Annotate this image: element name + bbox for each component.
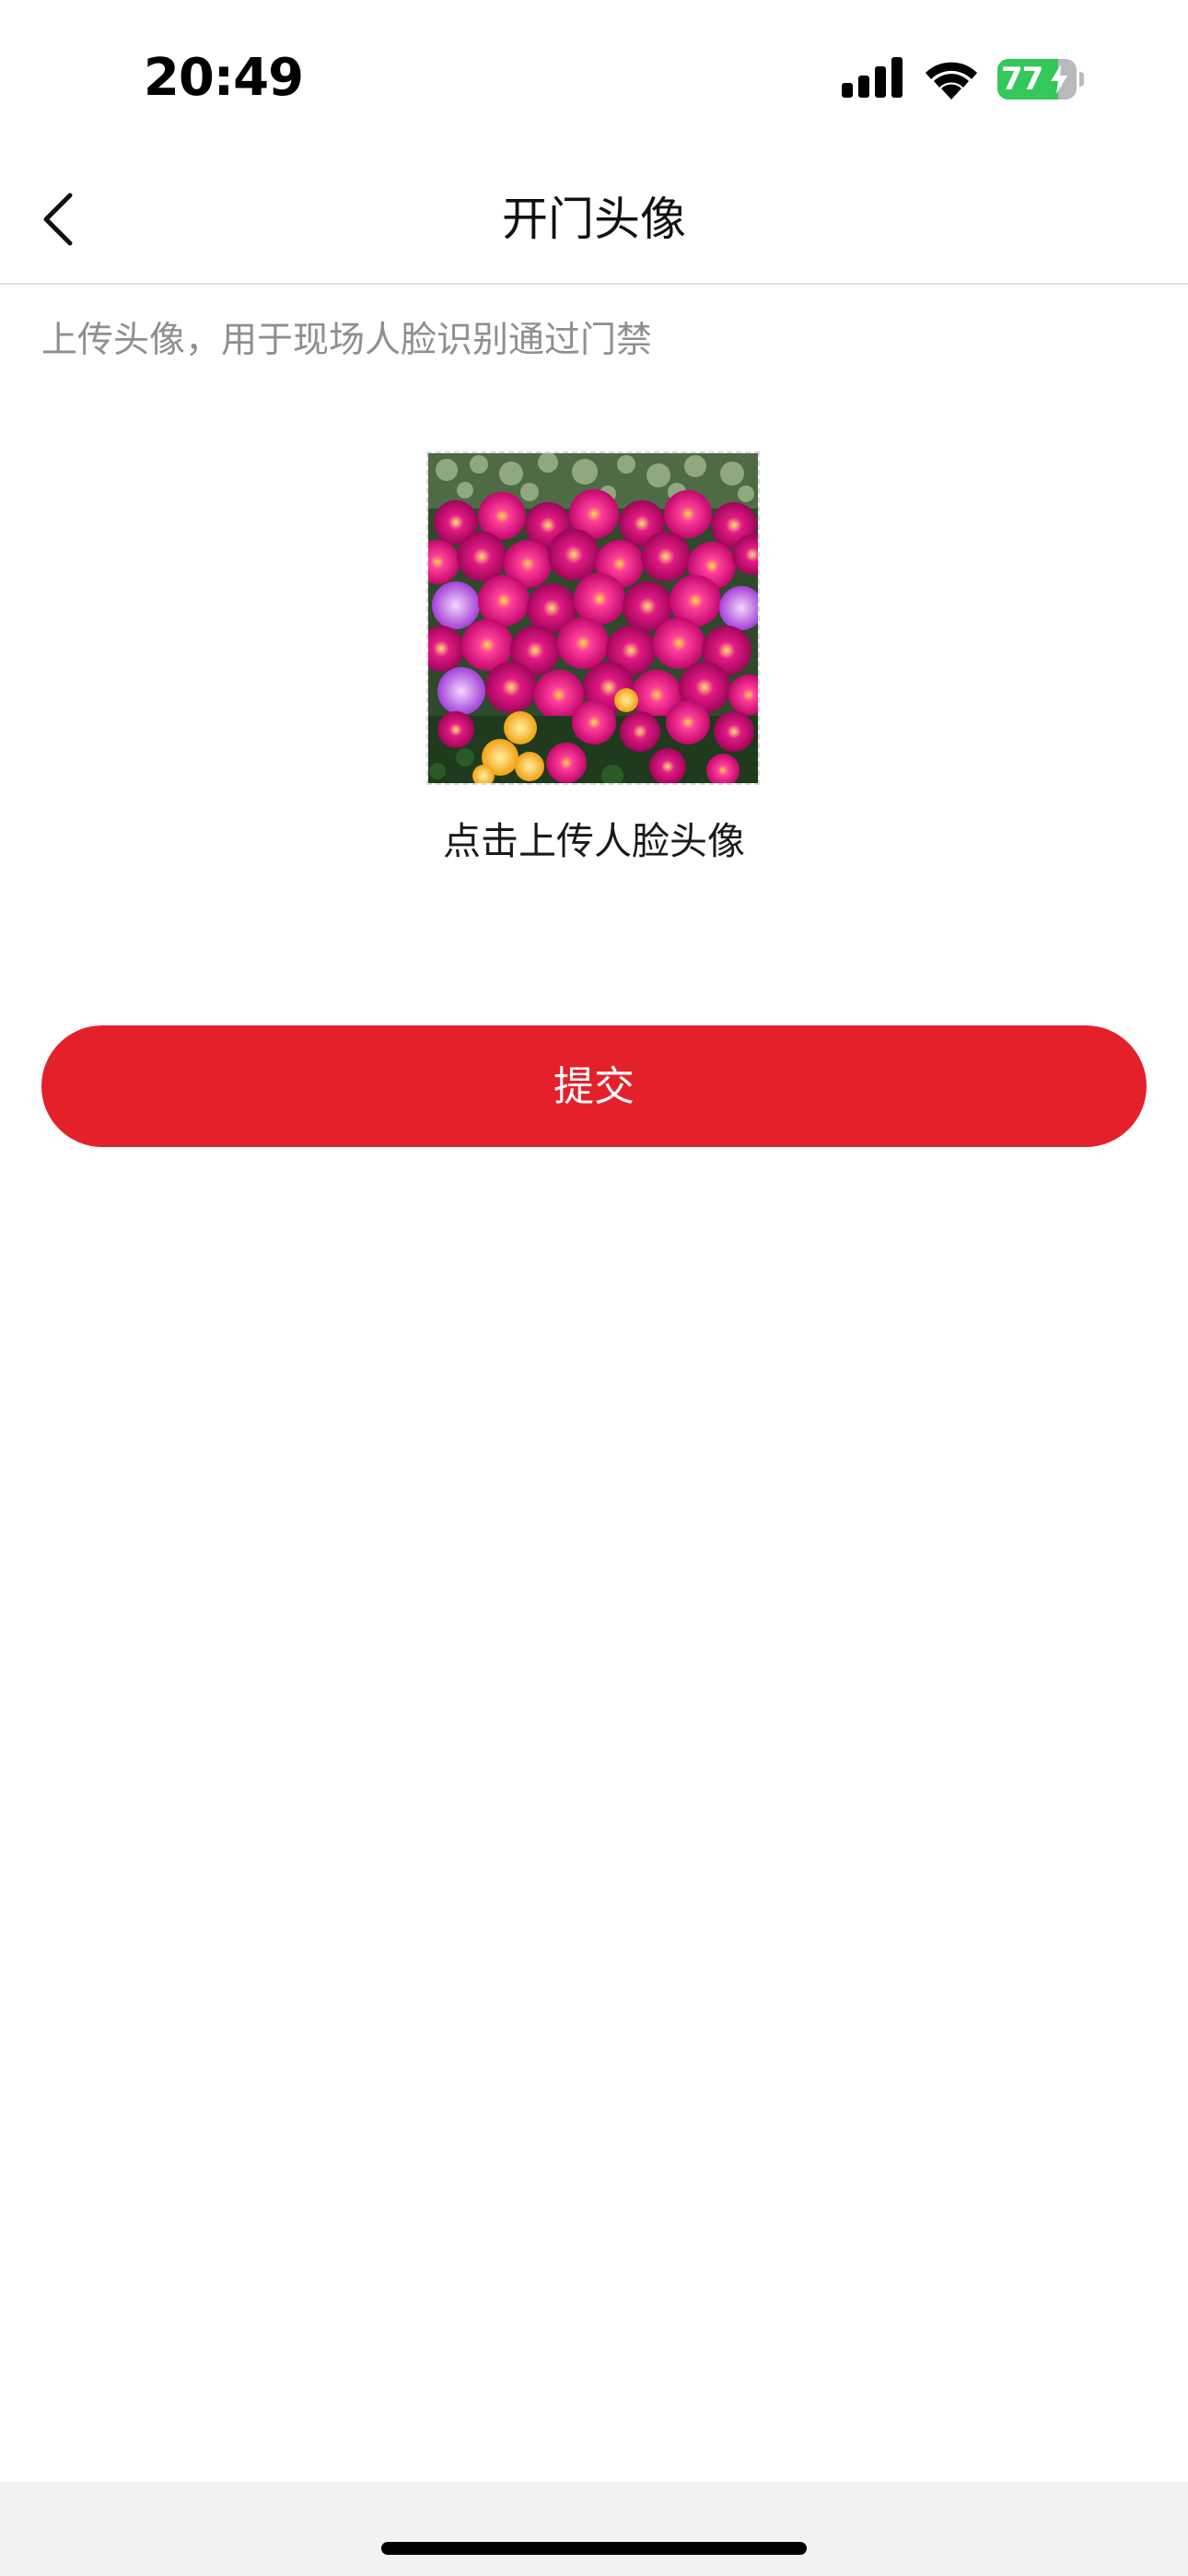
submit-button[interactable]: 提交 (41, 1025, 1147, 1147)
signal-icon (842, 57, 903, 98)
chevron-left-icon (43, 193, 73, 246)
wifi-icon (926, 62, 977, 100)
page-description: 上传头像，用于现场人脸识别通过门禁 (41, 320, 653, 361)
bolt-icon (1051, 64, 1067, 94)
back-button[interactable] (28, 182, 101, 256)
status-bar: 20:49 77 (0, 0, 1188, 157)
avatar-image (428, 453, 758, 783)
bottom-safe-area (0, 2482, 1188, 2576)
upload-caption: 点击上传人脸头像 (443, 819, 745, 863)
page-title: 开门头像 (502, 193, 686, 246)
nav-bar: 开门头像 (0, 157, 1188, 285)
home-indicator (381, 2542, 807, 2555)
battery-level: 77 (1001, 61, 1043, 98)
avatar-upload-button[interactable] (426, 451, 760, 785)
battery-icon: 77 (997, 59, 1084, 100)
status-time: 20:49 (143, 48, 304, 108)
